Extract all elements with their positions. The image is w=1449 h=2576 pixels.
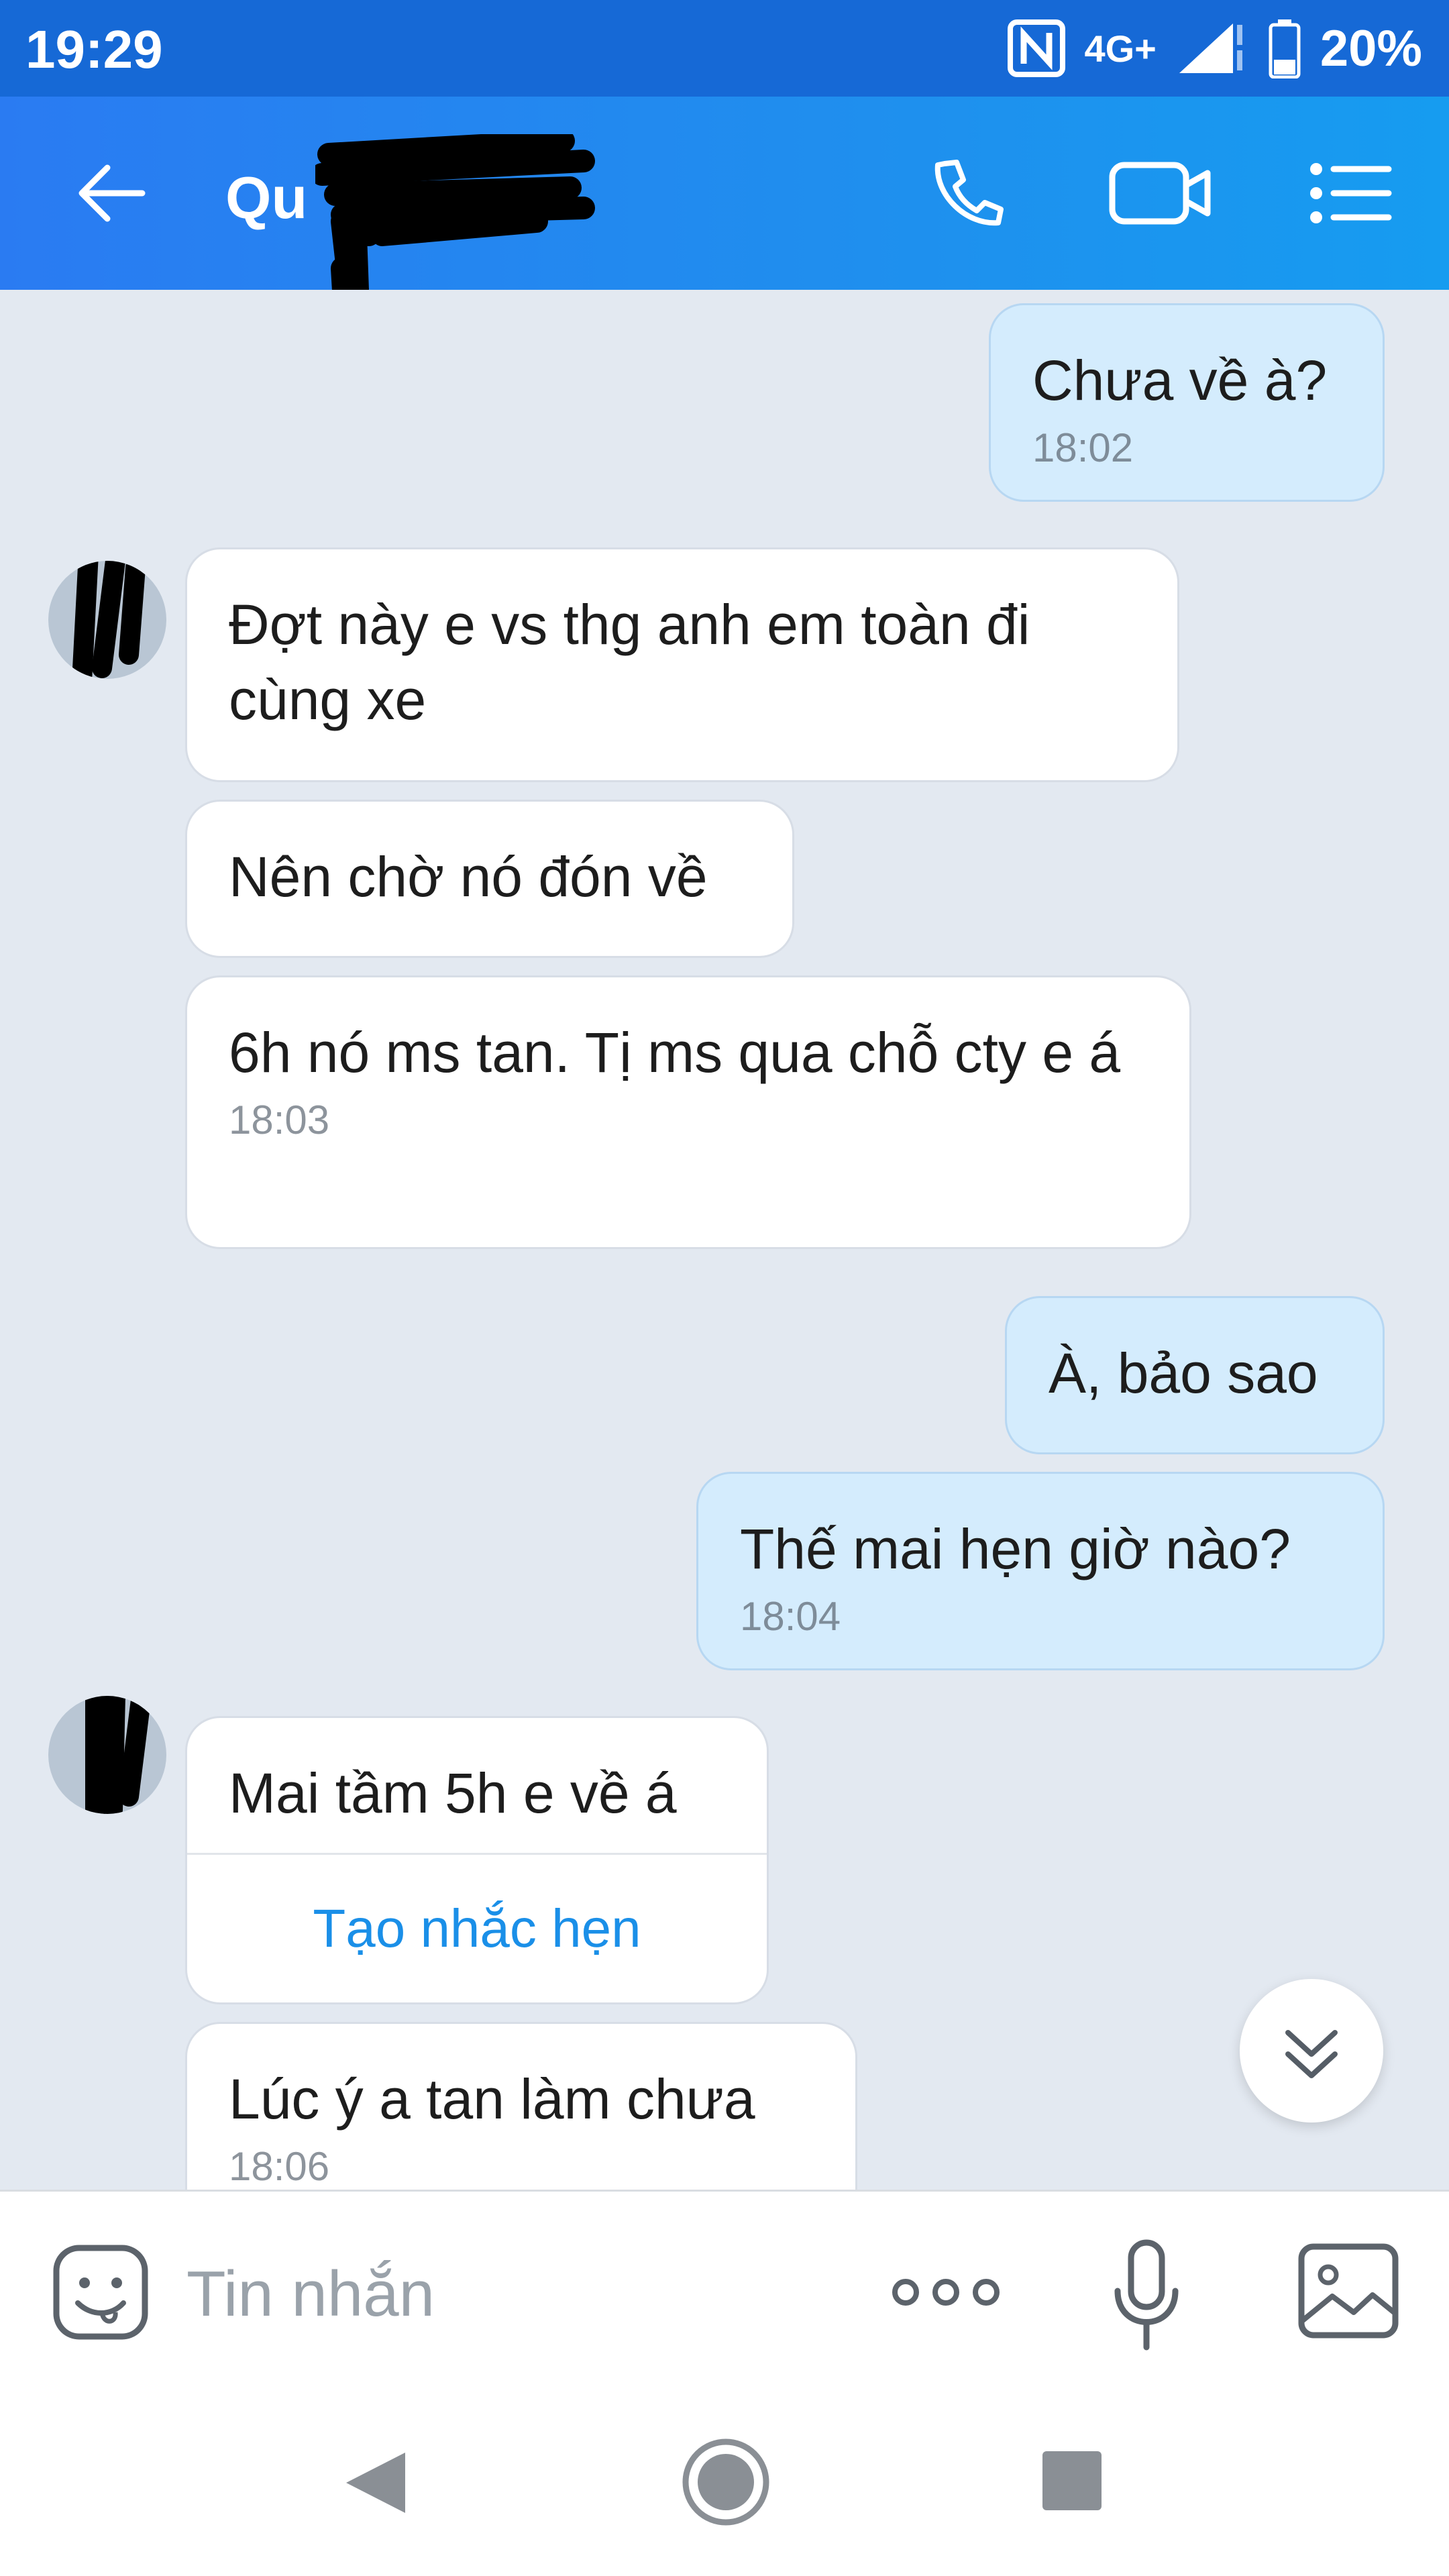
more-dots-icon[interactable] bbox=[890, 2272, 1002, 2312]
message-time: 18:06 bbox=[229, 2144, 330, 2189]
message-bubble-incoming[interactable]: Lúc ý a tan làm chưa 18:06 bbox=[185, 2022, 857, 2190]
nfc-icon bbox=[1008, 19, 1066, 77]
message-text: Nên chờ nó đón về bbox=[229, 845, 708, 908]
menu-list-icon[interactable] bbox=[1307, 153, 1394, 233]
message-text: Chưa về à? bbox=[1032, 349, 1328, 412]
message-bubble-outgoing[interactable]: À, bảo sao bbox=[1005, 1296, 1385, 1454]
system-navigation-bar bbox=[0, 2391, 1449, 2576]
message-time: 18:02 bbox=[1032, 425, 1134, 470]
chevron-double-down-icon bbox=[1285, 2030, 1338, 2078]
image-icon[interactable] bbox=[1297, 2243, 1399, 2339]
video-camera-icon[interactable] bbox=[1107, 153, 1214, 233]
avatar-redaction bbox=[48, 1696, 166, 1814]
status-time: 19:29 bbox=[25, 19, 163, 79]
message-bubble-incoming[interactable]: Nên chờ nó đón về bbox=[185, 800, 794, 958]
message-bubble-incoming[interactable]: Mai tầm 5h e về á Tạo nhắc hẹn bbox=[185, 1716, 769, 2004]
message-time: 18:04 bbox=[740, 1594, 841, 1639]
create-reminder-button[interactable]: Tạo nhắc hẹn bbox=[187, 1853, 767, 2002]
message-text: Lúc ý a tan làm chưa bbox=[229, 2068, 755, 2131]
message-bubble-incoming[interactable]: 6h nó ms tan. Tị ms qua chỗ cty e á 18:0… bbox=[185, 975, 1191, 1249]
message-input[interactable] bbox=[185, 2247, 792, 2342]
message-text: Mai tầm 5h e về á bbox=[229, 1762, 677, 1825]
message-text: Thế mai hẹn giờ nào? bbox=[740, 1517, 1291, 1580]
message-bubble-outgoing[interactable]: Thế mai hẹn giờ nào? 18:04 bbox=[696, 1472, 1385, 1670]
signal-icon bbox=[1179, 23, 1242, 73]
avatar[interactable] bbox=[48, 561, 166, 679]
message-text: Đợt này e vs thg anh em toàn đi cùng xe bbox=[229, 593, 1030, 731]
contact-name[interactable]: Qu bbox=[225, 164, 307, 232]
nav-recents-icon[interactable] bbox=[1038, 2447, 1106, 2514]
avatar-redaction bbox=[48, 561, 166, 679]
message-bubble-incoming[interactable]: Đợt này e vs thg anh em toàn đi cùng xe bbox=[185, 547, 1179, 782]
phone-icon[interactable] bbox=[926, 153, 1006, 233]
message-text: À, bảo sao bbox=[1049, 1342, 1318, 1405]
status-bar: 19:29 4G+ 20% bbox=[0, 0, 1449, 97]
battery-icon bbox=[1269, 19, 1301, 78]
scroll-to-bottom-button[interactable] bbox=[1240, 1979, 1383, 2123]
back-arrow-icon[interactable] bbox=[70, 153, 150, 233]
message-composer bbox=[0, 2190, 1449, 2393]
status-icons: 4G+ 20% bbox=[1008, 16, 1422, 80]
microphone-icon[interactable] bbox=[1110, 2239, 1183, 2353]
battery-level: 20% bbox=[1320, 19, 1422, 77]
network-type: 4G+ bbox=[1084, 27, 1157, 70]
nav-home-icon[interactable] bbox=[679, 2435, 773, 2529]
avatar[interactable] bbox=[48, 1696, 166, 1814]
chat-messages[interactable]: Chưa về à? 18:02 Đợt này e vs thg anh em… bbox=[0, 290, 1449, 2190]
chat-header: Qu bbox=[0, 97, 1449, 347]
message-time: 18:03 bbox=[229, 1097, 330, 1142]
message-text: 6h nó ms tan. Tị ms qua chỗ cty e á bbox=[229, 1021, 1121, 1084]
sticker-face-icon[interactable] bbox=[51, 2243, 150, 2342]
nav-back-icon[interactable] bbox=[338, 2446, 412, 2520]
message-bubble-outgoing[interactable]: Chưa về à? 18:02 bbox=[989, 303, 1385, 502]
